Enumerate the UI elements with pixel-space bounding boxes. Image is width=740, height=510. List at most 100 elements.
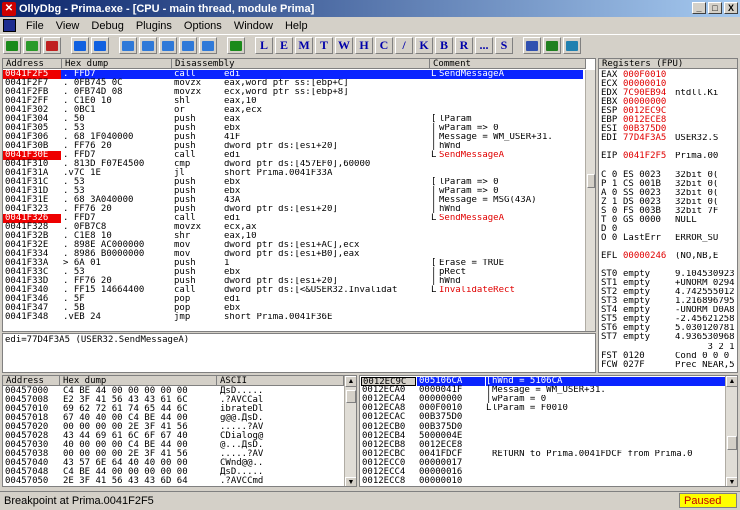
executable-modules-button[interactable]: E — [275, 37, 293, 54]
registers-pane[interactable]: Registers (FPU) EAX 000F0010 ECX 00000010 ED… — [598, 58, 738, 373]
threads-button[interactable]: T — [315, 37, 333, 54]
dump-pane[interactable]: Address Hex dump ASCII 00457000 C4 BE 44 … — [2, 375, 357, 487]
register-line[interactable]: EBP 0012ECE8 — [599, 116, 737, 125]
register-line[interactable]: EBX 00000000 — [599, 98, 737, 107]
menu-view[interactable]: View — [50, 20, 86, 32]
windows-button[interactable]: W — [335, 37, 353, 54]
step-over-icon[interactable] — [139, 37, 157, 54]
disasm-row[interactable]: 0041F31A .v7C 1E jl short Prima.0041F33A — [3, 169, 583, 178]
register-line[interactable]: ST1 empty +UNORM 0294 — [599, 279, 737, 288]
col-comment-header[interactable]: Comment — [430, 59, 586, 69]
dump-scrollbar[interactable]: ▲ ▼ — [344, 376, 356, 486]
stack-scrollbar[interactable]: ▲ ▼ — [725, 376, 737, 486]
patches-button[interactable]: / — [395, 37, 413, 54]
register-line[interactable] — [599, 143, 737, 152]
child-close-button[interactable]: X — [724, 2, 738, 14]
register-line[interactable]: EAX 000F0010 — [599, 71, 737, 80]
breakpoints-button[interactable]: B — [435, 37, 453, 54]
stack-row[interactable]: 0012ECAC 00B375D0 — [360, 413, 723, 422]
stack-row[interactable]: 0012EC9C 005106CA[hWnd = 5106CA — [360, 377, 725, 387]
cpu-button[interactable]: C — [375, 37, 393, 54]
stack-row[interactable]: 0012ECB8 0012ECE8 — [360, 440, 723, 450]
register-line[interactable]: ST2 empty 4.742555012 — [599, 288, 737, 297]
col-hexdump-header[interactable]: Hex dump — [62, 59, 172, 69]
disasm-row[interactable]: 0041F346. 5F pop edi — [3, 295, 583, 304]
stack-scroll-up-icon[interactable]: ▲ — [726, 376, 737, 387]
stack-row[interactable]: 0012ECC0 00000017 — [360, 458, 723, 468]
dump-col-ascii-header[interactable]: ASCII — [217, 376, 344, 386]
handles-button[interactable]: H — [355, 37, 373, 54]
menu-plugins[interactable]: Plugins — [130, 20, 178, 32]
register-line[interactable]: ESP 0012EC9C — [599, 107, 737, 116]
disasm-row[interactable]: 0041F31C. 53 push ebx[lParam => 0 — [3, 178, 583, 187]
register-line[interactable]: A 0 SS 0023 32bit 0( — [599, 188, 737, 198]
log-window-button[interactable]: L — [255, 37, 273, 54]
menu-options[interactable]: Options — [178, 20, 228, 32]
trace-into-icon[interactable] — [159, 37, 177, 54]
disasm-row[interactable]: 0041F302. 0BC1 or eax,ecx — [3, 106, 583, 115]
stack-row[interactable]: 0012ECC4 00000016 — [360, 468, 723, 477]
execute-till-return-icon[interactable] — [199, 37, 217, 54]
pause-icon[interactable] — [91, 37, 109, 54]
menu-help[interactable]: Help — [279, 20, 314, 32]
register-line[interactable]: EIP 0041F2F5 Prima.00 — [599, 152, 737, 161]
stack-row[interactable]: 0012ECA4 00000000 | wParam = 0 — [360, 395, 723, 404]
register-line[interactable]: O 0 LastErr ERROR_SU — [599, 233, 737, 243]
register-line[interactable]: C 0 ES 0023 32bit 0( — [599, 170, 737, 180]
go-to-icon[interactable] — [227, 37, 245, 54]
stack-row[interactable]: 0012ECB0 00B375D0 — [360, 422, 723, 432]
register-line[interactable]: ST6 empty 5.030120781 — [599, 324, 737, 333]
register-line[interactable]: ST5 empty -2.45621258 — [599, 315, 737, 324]
run-icon[interactable] — [71, 37, 89, 54]
disasm-row[interactable]: 0041F304. 50 push eax[lParam — [3, 115, 583, 124]
dump-row[interactable]: 00457050 2E 3F 41 56 43 43 6D 64 .?AVCCmd — [3, 477, 342, 486]
register-line[interactable]: 3 2 1 — [599, 343, 737, 352]
stack-row[interactable]: 0012ECB4 5000004E — [360, 431, 723, 441]
call-stack-button[interactable]: K — [415, 37, 433, 54]
rewind-icon[interactable] — [23, 37, 41, 54]
stack-row[interactable]: 0012ECA0 0000041F | Message = WM_USER+31. — [360, 386, 723, 395]
disassembly-scroll-thumb[interactable] — [587, 174, 595, 188]
register-line[interactable]: Z 1 DS 0023 32bit 0( — [599, 197, 737, 207]
register-line[interactable]: ST3 empty 1.216896795 — [599, 297, 737, 306]
close-program-icon[interactable] — [43, 37, 61, 54]
stack-row[interactable]: 0012ECBC 0041FDCF RETURN to Prima.0041FDCF… — [360, 449, 723, 459]
register-line[interactable] — [599, 243, 737, 252]
dump-scroll-up-icon[interactable]: ▲ — [345, 376, 356, 387]
source-button[interactable]: S — [495, 37, 513, 54]
references-button[interactable]: R — [455, 37, 473, 54]
disasm-row[interactable]: 0041F33A > 6A 01 push 1[Erase = TRUE — [3, 259, 583, 268]
registers-header[interactable]: Registers (FPU) — [599, 59, 737, 69]
title-bar[interactable]: ✕ OllyDbg - Prima.exe - [CPU - main thre… — [0, 0, 740, 17]
dump-scroll-down-icon[interactable]: ▼ — [345, 477, 356, 486]
menu-file[interactable]: File — [20, 20, 50, 32]
register-line[interactable]: EDX 7C90EB94 ntdll.Ki — [599, 89, 737, 98]
menu-debug[interactable]: Debug — [85, 20, 129, 32]
child-maximize-button[interactable]: □ — [708, 2, 722, 14]
col-address-header[interactable]: Address — [3, 59, 62, 69]
disasm-row[interactable]: 0041F348 .vEB 24 jmp short Prima.0041F36E — [3, 313, 583, 322]
menu-window[interactable]: Window — [228, 20, 279, 32]
register-line[interactable]: ST4 empty -UNORM D0A8 — [599, 306, 737, 315]
register-line[interactable]: EDI 77D4F3A5 USER32.S — [599, 134, 737, 143]
disassembly-pane[interactable]: Address Hex dump Disassembly Comment 004… — [2, 58, 596, 332]
register-line[interactable]: EFL 00000246 (NO,NB,E — [599, 252, 737, 261]
disassembly-scrollbar[interactable] — [585, 70, 595, 331]
register-line[interactable]: T 0 GS 0000 NULL — [599, 215, 737, 225]
child-minimize-button[interactable]: _ — [692, 2, 706, 14]
register-line[interactable]: FCW 027F Prec NEAR,5 — [599, 360, 737, 370]
stack-pane[interactable]: 0012EC9C 005106CA[hWnd = 5106CA 0012ECA0 00… — [359, 375, 738, 487]
dump-scroll-thumb[interactable] — [346, 390, 356, 403]
options-icon[interactable] — [543, 37, 561, 54]
disasm-row[interactable]: 0041F340. FF15 14664400 call dword ptr ds:… — [3, 286, 583, 295]
trace-over-icon[interactable] — [179, 37, 197, 54]
register-line[interactable]: ECX 00000010 — [599, 80, 737, 89]
memory-map-button[interactable]: M — [295, 37, 313, 54]
stack-row[interactable]: 0012ECA8 000F0010 LlParam = F0010 — [360, 404, 723, 413]
col-disassembly-header[interactable]: Disassembly — [172, 59, 430, 69]
register-line[interactable]: P 1 CS 001B 32bit 0( — [599, 179, 737, 189]
dump-col-hex-header[interactable]: Hex dump — [60, 376, 217, 386]
register-line[interactable] — [599, 261, 737, 270]
open-icon[interactable] — [3, 37, 21, 54]
register-line[interactable] — [599, 162, 737, 171]
